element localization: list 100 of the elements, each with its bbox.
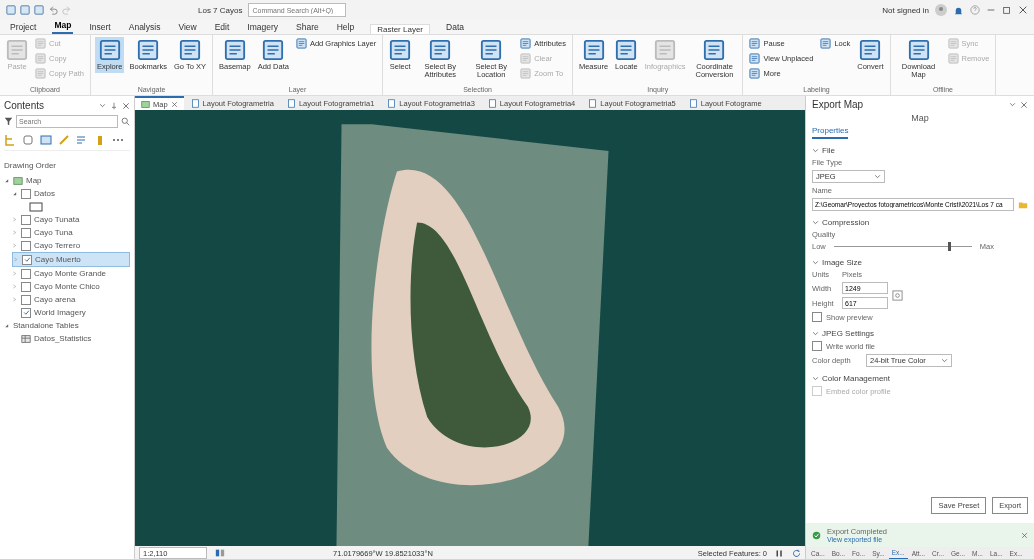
redo-icon <box>62 5 72 15</box>
close-icon <box>122 101 130 110</box>
tool-icon <box>907 39 930 61</box>
drawing-order-icon <box>4 134 16 146</box>
tool-icon <box>859 39 882 61</box>
layout-icon <box>190 98 200 108</box>
checkbox[interactable] <box>22 254 32 265</box>
tool-icon <box>947 53 959 64</box>
check-icon <box>22 309 30 316</box>
checkbox[interactable] <box>21 307 31 318</box>
checkbox[interactable] <box>21 240 31 251</box>
layer-name[interactable]: Cayo Tunata <box>34 215 80 224</box>
checkbox[interactable] <box>21 188 31 199</box>
close-icon <box>170 100 178 108</box>
checkbox[interactable] <box>21 294 31 305</box>
layer-name[interactable]: Datos_Statistics <box>34 334 92 343</box>
expanded-arrow-icon <box>4 323 9 328</box>
layer-name[interactable]: Datos <box>34 189 55 198</box>
section-heading: Drawing Order <box>4 161 57 170</box>
ribbon-tab[interactable]: Help <box>334 22 357 34</box>
ribbon-tab[interactable]: Edit <box>212 22 232 34</box>
collapse-caret-icon <box>812 330 819 337</box>
undo-icon <box>48 5 58 15</box>
slider-thumb[interactable] <box>948 242 952 251</box>
layer-name[interactable]: Map <box>26 176 42 185</box>
tool-icon <box>749 68 761 79</box>
refresh-icon <box>792 548 801 558</box>
caret-icon <box>874 173 881 180</box>
filter-icon <box>4 117 13 126</box>
ribbon-tab[interactable]: Analysis <box>126 22 163 34</box>
layer-name[interactable]: Cayo Monte Grande <box>34 269 107 278</box>
collapse-caret-icon <box>812 375 819 382</box>
rectangle-symbol-icon <box>29 200 43 213</box>
tool-icon <box>35 53 46 64</box>
checkbox[interactable] <box>21 214 31 225</box>
sign-in-status[interactable]: Not signed in <box>882 5 929 15</box>
tool-icon <box>137 39 160 61</box>
tool-icon <box>749 53 761 64</box>
restore-icon <box>1002 5 1012 15</box>
view-icons <box>215 548 225 558</box>
tool-icon <box>178 39 201 61</box>
checkbox[interactable] <box>21 268 31 279</box>
pin-icon <box>110 101 118 110</box>
ribbon-tab[interactable]: Project <box>8 22 39 34</box>
check-icon <box>23 256 31 263</box>
layout-icon <box>387 98 397 108</box>
avatar-icon <box>935 4 947 16</box>
tool-icon <box>6 39 28 61</box>
checkbox[interactable] <box>21 281 31 292</box>
layer-name[interactable]: Cayo Monte Chico <box>34 282 100 291</box>
layout-icon <box>286 98 296 108</box>
checkbox[interactable] <box>21 227 31 238</box>
section-heading: Image Size <box>822 258 863 267</box>
layer-name[interactable]: World Imagery <box>34 308 86 317</box>
layer-name[interactable]: Standalone Tables <box>13 321 79 330</box>
ribbon-tab[interactable]: Data <box>444 22 466 34</box>
properties-tab[interactable]: Properties <box>812 126 849 139</box>
section-heading: JPEG Settings <box>822 329 875 338</box>
panel-title: Export Map <box>812 99 865 110</box>
tool-icon <box>262 39 285 61</box>
layout-icon <box>688 98 698 108</box>
tool-icon <box>582 39 605 61</box>
layer-name[interactable]: Cayo Tuna <box>34 228 73 237</box>
tool-icon <box>947 38 959 49</box>
tool-icon <box>480 39 503 61</box>
close-icon <box>1021 531 1028 539</box>
tool-icon <box>223 39 246 61</box>
layer-name[interactable]: Cayo Terrero <box>34 241 81 250</box>
tool-icon <box>295 38 307 49</box>
layer-name[interactable]: Cayo arena <box>34 295 76 304</box>
lock-ratio-icon <box>892 290 903 301</box>
section-heading: File <box>822 146 835 155</box>
checkbox[interactable] <box>812 341 822 351</box>
ribbon-tab[interactable]: Share <box>294 22 321 34</box>
tool-icon <box>389 39 412 61</box>
tool-icon <box>520 68 532 79</box>
close-icon <box>1020 100 1028 109</box>
ribbon-tab[interactable]: Imagery <box>245 22 281 34</box>
ribbon-tab[interactable]: View <box>176 22 199 34</box>
expanded-arrow-icon <box>4 178 9 183</box>
tool-icon <box>654 39 677 61</box>
collapse-caret-icon <box>812 219 819 226</box>
tool-icon <box>615 39 638 61</box>
contextual-tab-header: Raster Layer <box>376 25 424 34</box>
panel-title: Contents <box>4 100 46 111</box>
caret-icon <box>941 357 948 364</box>
project-name: Los 7 Cayos <box>198 5 243 15</box>
label-icon <box>76 134 88 146</box>
caret-icon <box>1009 101 1016 108</box>
layout-icon <box>588 98 598 108</box>
search-icon <box>121 117 130 126</box>
checkbox[interactable] <box>812 312 822 322</box>
panel-subtitle: Map <box>910 113 930 123</box>
tool-icon <box>520 53 532 64</box>
section-heading: Compression <box>822 218 870 227</box>
collapse-caret-icon <box>812 259 819 266</box>
ribbon-tab[interactable]: Insert <box>87 22 113 34</box>
tool-icon <box>429 39 452 61</box>
map-frame-icon <box>40 134 52 146</box>
expanded-arrow-icon <box>12 191 17 196</box>
